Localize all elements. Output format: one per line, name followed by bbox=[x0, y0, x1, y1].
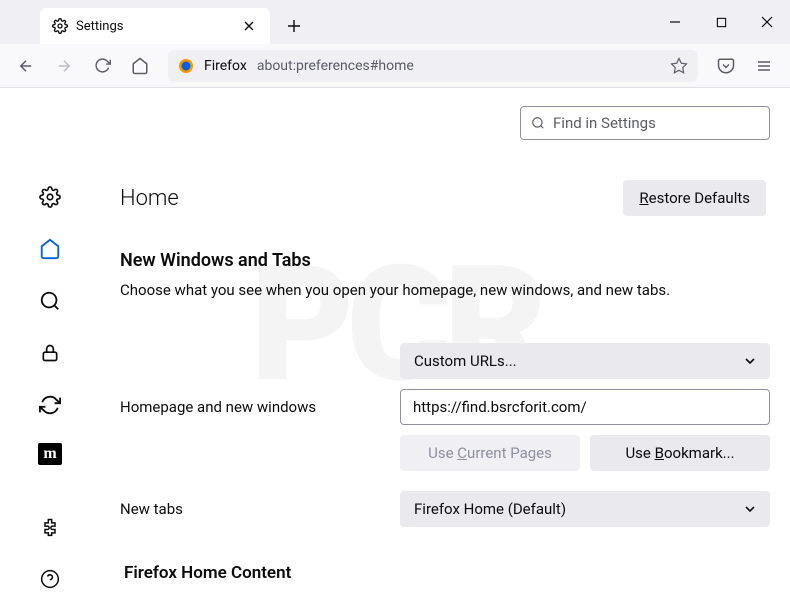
window-close-button[interactable] bbox=[744, 6, 790, 38]
window-controls bbox=[652, 0, 790, 44]
section-new-windows-desc: Choose what you see when you open your h… bbox=[120, 281, 770, 299]
homepage-mode-value: Custom URLs... bbox=[414, 352, 517, 370]
gear-icon bbox=[52, 18, 68, 34]
search-placeholder: Find in Settings bbox=[553, 114, 656, 132]
nav-toolbar: Firefox about:preferences#home bbox=[0, 44, 790, 88]
maximize-button[interactable] bbox=[698, 6, 744, 38]
use-current-pages-button[interactable]: Use Current Pages bbox=[400, 435, 580, 471]
bookmark-star-icon[interactable] bbox=[670, 57, 688, 75]
sidebar-item-extensions[interactable] bbox=[36, 513, 64, 541]
firefox-icon bbox=[178, 58, 194, 74]
restore-defaults-button[interactable]: RRestore Defaultsestore Defaults bbox=[623, 180, 766, 216]
tab-title: Settings bbox=[76, 19, 232, 34]
chevron-down-icon bbox=[744, 503, 756, 515]
settings-sidebar: m bbox=[0, 88, 100, 609]
url-bar[interactable]: Firefox about:preferences#home bbox=[168, 50, 698, 82]
chevron-down-icon bbox=[744, 355, 756, 367]
sidebar-item-privacy[interactable] bbox=[36, 339, 64, 367]
reload-button[interactable] bbox=[84, 50, 120, 82]
newtabs-label: New tabs bbox=[120, 500, 400, 518]
homepage-label: Homepage and new windows bbox=[120, 398, 400, 416]
use-bookmark-button[interactable]: Use Bookmark... bbox=[590, 435, 770, 471]
sidebar-item-general[interactable] bbox=[36, 183, 64, 211]
newtabs-mode-value: Firefox Home (Default) bbox=[414, 500, 566, 518]
pocket-button[interactable] bbox=[708, 50, 744, 82]
back-button[interactable] bbox=[8, 50, 44, 82]
sidebar-item-home[interactable] bbox=[36, 235, 64, 263]
forward-button[interactable] bbox=[46, 50, 82, 82]
home-button[interactable] bbox=[122, 50, 158, 82]
section-home-content-title: Firefox Home Content bbox=[124, 563, 770, 583]
page-title: Home bbox=[120, 186, 179, 211]
sidebar-item-search[interactable] bbox=[36, 287, 64, 315]
sidebar-item-sync[interactable] bbox=[36, 391, 64, 419]
find-in-settings-input[interactable]: Find in Settings bbox=[520, 106, 770, 140]
sidebar-item-help[interactable] bbox=[36, 565, 64, 593]
minimize-button[interactable] bbox=[652, 6, 698, 38]
browser-tab[interactable]: Settings bbox=[40, 8, 270, 44]
section-new-windows-title: New Windows and Tabs bbox=[120, 250, 770, 271]
url-path: about:preferences#home bbox=[257, 58, 414, 74]
tab-close-icon[interactable] bbox=[240, 17, 258, 35]
homepage-mode-select[interactable]: Custom URLs... bbox=[400, 343, 770, 379]
sidebar-extension-m[interactable]: m bbox=[38, 443, 62, 465]
newtabs-mode-select[interactable]: Firefox Home (Default) bbox=[400, 491, 770, 527]
content-area: PCR m Find in Settings bbox=[0, 88, 790, 609]
url-identity-label: Firefox bbox=[204, 58, 247, 74]
settings-panel: Find in Settings Home RRestore Defaultse… bbox=[100, 88, 790, 609]
new-tab-button[interactable] bbox=[278, 10, 310, 42]
homepage-url-input[interactable] bbox=[400, 389, 770, 425]
app-menu-button[interactable] bbox=[746, 50, 782, 82]
tab-bar: Settings bbox=[0, 0, 790, 44]
